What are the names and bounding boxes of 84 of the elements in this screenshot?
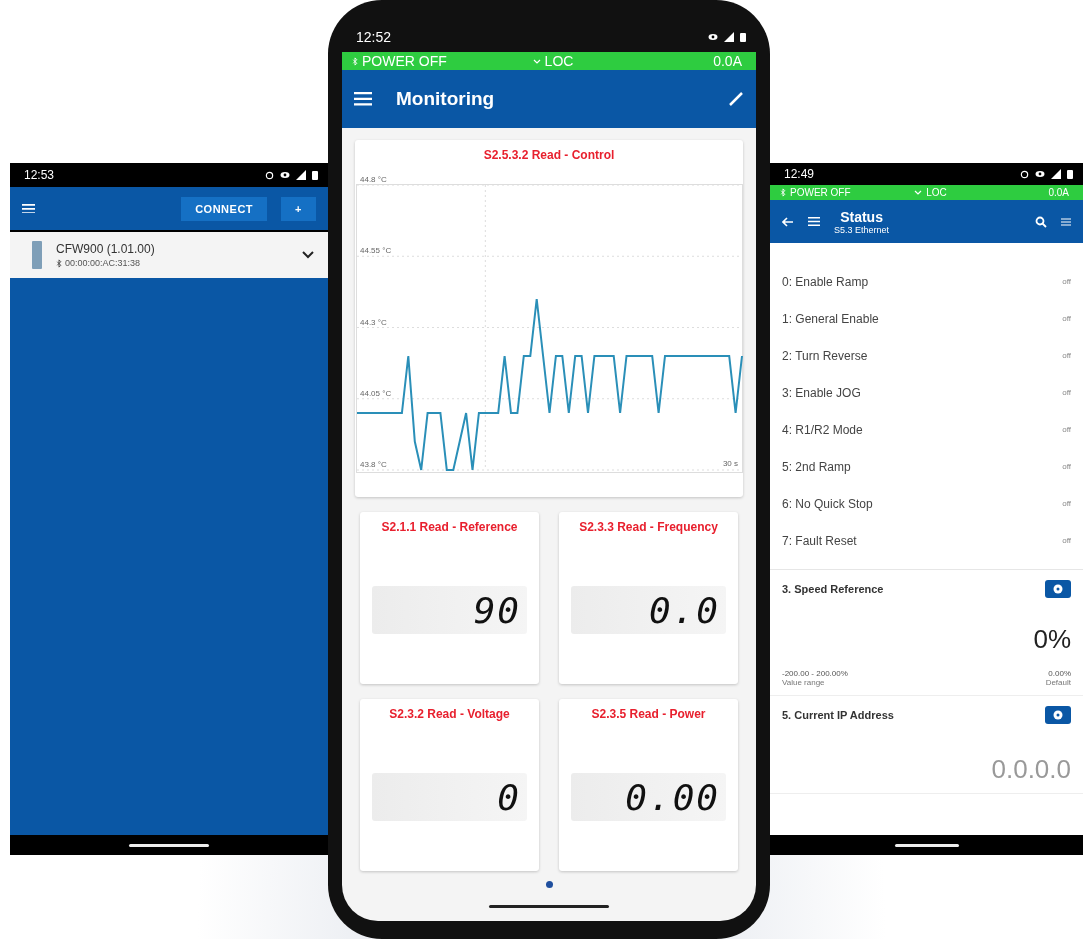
bit-value: off	[1062, 499, 1071, 508]
chevron-down-icon	[532, 58, 541, 64]
status-time: 12:52	[356, 29, 392, 45]
device-icon	[32, 241, 42, 269]
parameter-value: 0.0.0.0	[991, 754, 1071, 785]
power-status: POWER OFF	[790, 187, 851, 198]
bit-value: off	[1062, 425, 1071, 434]
display-value: 0.0	[648, 589, 720, 631]
screen-title: Status	[840, 208, 883, 225]
control-mode: LOC	[926, 187, 947, 198]
menu-icon[interactable]	[354, 92, 372, 106]
connect-button[interactable]: CONNECT	[181, 196, 268, 221]
bit-value: off	[1062, 388, 1071, 397]
eye-icon	[1035, 170, 1045, 178]
device-name: CFW900 (1.01.00)	[56, 242, 156, 256]
menu-icon[interactable]	[808, 217, 820, 226]
screen-title: Monitoring	[396, 88, 495, 110]
device-address: 00:00:00:AC:31:38	[65, 258, 141, 268]
help-button[interactable]	[1045, 706, 1071, 724]
chevron-down-icon	[914, 190, 923, 195]
status-time: 12:53	[24, 168, 55, 182]
card-title: S2.3.5 Read - Power	[591, 707, 706, 721]
menu-icon[interactable]	[22, 203, 35, 214]
value-range: -200.00 - 200.00%	[782, 669, 848, 678]
bit-label: 6: No Quick Stop	[782, 496, 873, 511]
default-label: Default	[1045, 678, 1071, 687]
display-value: 0.00	[625, 776, 720, 818]
search-icon[interactable]	[1035, 215, 1047, 228]
axis-label: 43.8 °C	[359, 460, 387, 469]
axis-label: 30 s	[722, 459, 738, 468]
bit-label: 0: Enable Ramp	[782, 274, 869, 289]
parameter-title: 5. Current IP Address	[782, 709, 894, 721]
eye-icon	[708, 33, 718, 41]
signal-icon	[724, 32, 734, 42]
device-item[interactable]: CFW900 (1.01.00) 00:00:00:AC:31:38	[10, 232, 328, 278]
bit-value: off	[1062, 462, 1071, 471]
bit-value: off	[1062, 351, 1071, 360]
parameter-value: 0%	[1033, 624, 1071, 655]
bit-value: off	[1062, 314, 1071, 323]
card-title: S2.3.3 Read - Frequency	[579, 520, 718, 534]
parameter-title: 3. Speed Reference	[782, 583, 884, 595]
bit-value: off	[1062, 277, 1071, 286]
card-title: S2.3.2 Read - Voltage	[389, 707, 510, 721]
axis-label: 44.3 °C	[359, 317, 387, 327]
axis-label: 44.8 °C	[359, 175, 387, 184]
bit-label: 3: Enable JOG	[782, 385, 861, 400]
chevron-down-icon[interactable]	[302, 251, 314, 259]
axis-label: 44.05 °C	[359, 388, 391, 398]
bluetooth-icon	[56, 258, 62, 268]
bit-label: 7: Fault Reset	[782, 533, 857, 548]
bluetooth-icon	[352, 56, 358, 66]
axis-label: 44.55 °C	[359, 246, 391, 256]
battery-icon	[1067, 169, 1073, 179]
status-time: 12:49	[784, 167, 815, 181]
default-value: 0.00%	[1048, 669, 1071, 678]
battery-icon	[740, 32, 746, 42]
range-label: Value range	[782, 678, 825, 687]
motor-current: 0.0A	[1048, 187, 1069, 198]
page-indicator	[545, 881, 553, 888]
motor-current: 0.0A	[713, 53, 742, 69]
back-arrow-icon[interactable]	[782, 216, 794, 227]
pencil-icon[interactable]	[728, 91, 744, 107]
eye-icon	[280, 171, 290, 179]
bluetooth-icon	[780, 188, 786, 197]
help-icon	[1053, 584, 1063, 594]
card-title: S2.5.3.2 Read - Control	[483, 148, 615, 162]
help-icon	[1053, 710, 1063, 720]
signal-icon	[1051, 169, 1061, 179]
screen-subtitle: S5.3 Ethernet	[834, 224, 890, 235]
card-title: S2.1.1 Read - Reference	[381, 520, 518, 534]
bit-value: off	[1062, 536, 1071, 545]
battery-icon	[312, 170, 318, 180]
display-value: 0	[497, 776, 521, 818]
help-button[interactable]	[1045, 580, 1071, 598]
display-value: 90	[473, 589, 521, 631]
bit-label: 5: 2nd Ramp	[782, 459, 851, 474]
bit-label: 4: R1/R2 Mode	[782, 422, 863, 437]
home-indicator	[894, 843, 959, 847]
bit-label: 2: Turn Reverse	[782, 348, 868, 363]
signal-icon	[296, 170, 306, 180]
bit-label: 1: General Enable	[782, 311, 879, 326]
power-status: POWER OFF	[362, 53, 447, 69]
control-mode: LOC	[544, 53, 574, 69]
add-button[interactable]: +	[281, 196, 316, 221]
